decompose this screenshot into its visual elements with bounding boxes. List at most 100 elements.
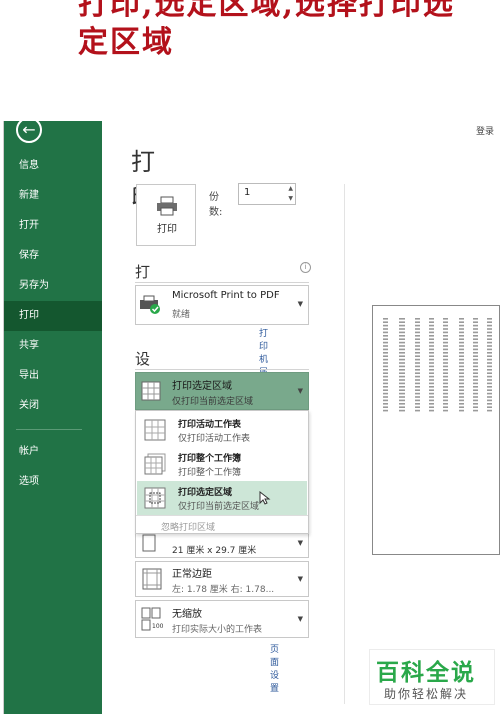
sidebar-item-export[interactable]: 导出 xyxy=(4,361,102,391)
preview-cell xyxy=(473,382,478,385)
preview-cell xyxy=(399,372,405,374)
preview-cell xyxy=(443,369,448,371)
menu-item-selection[interactable]: 打印选定区域 仅打印当前选定区域 xyxy=(137,481,307,515)
print-scope-value: 打印选定区域 xyxy=(172,381,232,392)
copies-value: 1 xyxy=(244,187,251,198)
preview-cell xyxy=(443,328,448,330)
menu-item-label: 打印活动工作表 xyxy=(178,420,242,430)
sidebar-item-account[interactable]: 帐户 xyxy=(4,437,102,467)
sidebar-item-share[interactable]: 共享 xyxy=(4,331,102,361)
preview-cell xyxy=(487,382,492,385)
sidebar-item-open[interactable]: 打开 xyxy=(4,211,102,241)
login-link[interactable]: 登录 xyxy=(476,124,494,137)
preview-cell xyxy=(399,348,405,351)
preview-cell xyxy=(473,321,478,323)
sidebar-item-close[interactable]: 关闭 xyxy=(4,391,102,421)
preview-cell xyxy=(487,318,492,320)
preview-cell xyxy=(487,379,492,381)
preview-cell xyxy=(473,406,478,408)
ignore-print-area-option[interactable]: 忽略打印区域 xyxy=(161,520,215,533)
preview-cell xyxy=(429,365,434,368)
copies-stepper[interactable]: 1 ▲ ▼ xyxy=(238,183,296,205)
preview-cell xyxy=(415,345,420,347)
preview-cell xyxy=(429,341,434,344)
preview-cell xyxy=(459,399,464,402)
preview-cell xyxy=(415,369,420,371)
increment-icon[interactable]: ▲ xyxy=(288,185,293,192)
printer-device-icon xyxy=(140,295,160,314)
printer-select[interactable]: Microsoft Print to PDF 就绪 ▼ xyxy=(135,285,309,325)
preview-cell xyxy=(415,358,420,361)
preview-cell xyxy=(443,386,448,388)
preview-cell xyxy=(459,369,464,371)
preview-cell xyxy=(429,386,434,388)
preview-cell xyxy=(429,318,434,320)
menu-item-entire-workbook[interactable]: 打印整个工作簿 打印整个工作簿 xyxy=(137,447,307,481)
preview-cell xyxy=(473,358,478,361)
preview-cell xyxy=(415,321,420,323)
preview-cell xyxy=(429,406,434,408)
preview-cell xyxy=(459,341,464,344)
preview-cell xyxy=(473,352,478,354)
preview-cell xyxy=(399,392,405,395)
preview-cell xyxy=(383,338,388,340)
menu-item-active-sheets[interactable]: 打印活动工作表 仅打印活动工作表 xyxy=(137,413,307,447)
preview-cell xyxy=(459,372,464,374)
preview-cell xyxy=(399,335,405,337)
preview-divider xyxy=(344,184,345,704)
preview-cell xyxy=(443,362,448,364)
preview-cell xyxy=(383,341,388,344)
preview-cell xyxy=(487,362,492,364)
preview-cell xyxy=(443,375,448,378)
print-button[interactable]: 打印 xyxy=(136,184,196,246)
preview-cell xyxy=(459,324,464,327)
preview-cell xyxy=(487,409,492,412)
preview-cell xyxy=(383,375,388,378)
sidebar-item-options[interactable]: 选项 xyxy=(4,467,102,497)
preview-cell xyxy=(383,318,388,320)
preview-cell xyxy=(473,345,478,347)
printer-status: 就绪 xyxy=(172,310,191,320)
page-setup-link[interactable]: 页面设置 xyxy=(270,642,279,694)
preview-cell xyxy=(473,348,478,351)
selection-grid-icon xyxy=(144,487,166,509)
paper-size-select[interactable]: 21 厘米 x 29.7 厘米 ▼ xyxy=(135,530,309,558)
chevron-down-icon: ▼ xyxy=(297,539,303,547)
preview-cell xyxy=(487,338,492,340)
preview-cell xyxy=(399,409,405,412)
back-arrow-icon[interactable]: ← xyxy=(16,117,42,143)
sidebar-item-new[interactable]: 新建 xyxy=(4,181,102,211)
preview-cell xyxy=(415,409,420,412)
scaling-description: 打印实际大小的工作表 xyxy=(172,625,263,635)
preview-cell xyxy=(443,331,448,334)
preview-cell xyxy=(487,348,492,351)
sidebar-item-info[interactable]: 信息 xyxy=(4,151,102,181)
preview-cell xyxy=(487,324,492,327)
sidebar-item-save[interactable]: 保存 xyxy=(4,241,102,271)
decrement-icon[interactable]: ▼ xyxy=(288,195,293,202)
selection-grid-icon xyxy=(141,381,161,401)
preview-cell xyxy=(429,379,434,381)
preview-cell xyxy=(459,335,464,337)
preview-cell xyxy=(383,386,388,388)
info-icon[interactable]: i xyxy=(300,262,311,273)
scaling-select[interactable]: 100 无缩放 打印实际大小的工作表 ▼ xyxy=(135,600,309,638)
preview-cell xyxy=(487,328,492,330)
preview-cell xyxy=(399,324,405,327)
preview-cell xyxy=(487,358,492,361)
settings-heading-line xyxy=(135,369,309,370)
sidebar-item-print[interactable]: 打印 xyxy=(4,301,102,331)
margins-select[interactable]: 正常边距 左: 1.78 厘米 右: 1.78... ▼ xyxy=(135,561,309,597)
preview-cell xyxy=(383,406,388,408)
paper-icon xyxy=(142,534,156,552)
preview-cell xyxy=(415,375,420,378)
preview-cell xyxy=(487,352,492,354)
printer-icon xyxy=(157,196,177,216)
print-scope-select[interactable]: 打印选定区域 仅打印当前选定区域 ▼ xyxy=(135,372,309,410)
preview-cell xyxy=(443,392,448,395)
sidebar-item-save-as[interactable]: 另存为 xyxy=(4,271,102,301)
printer-name: Microsoft Print to PDF xyxy=(172,290,280,301)
preview-cell xyxy=(443,365,448,368)
chevron-down-icon: ▼ xyxy=(297,300,303,308)
preview-cell xyxy=(473,396,478,398)
